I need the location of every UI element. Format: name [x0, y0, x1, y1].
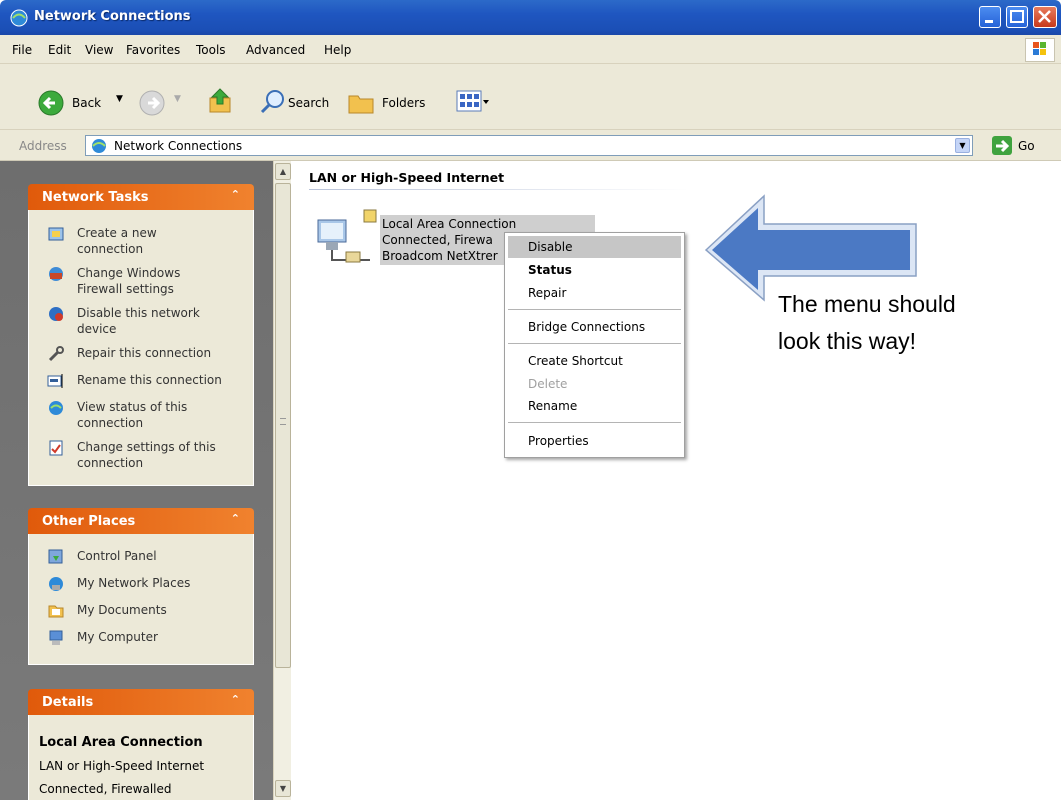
menu-item-delete: Delete — [528, 377, 568, 391]
menu-separator — [508, 309, 681, 310]
details-connection-type: LAN or High-Speed Internet — [39, 759, 205, 773]
menu-separator — [508, 422, 681, 423]
task-change-settings[interactable]: Change settings of this connection — [77, 439, 216, 471]
task-view-status[interactable]: View status of this connection — [77, 399, 187, 431]
menu-item-rename[interactable]: Rename — [528, 399, 577, 413]
place-my-network-places[interactable]: My Network Places — [77, 575, 190, 591]
task-repair-connection[interactable]: Repair this connection — [77, 345, 211, 361]
menu-bar: File Edit View Favorites Tools Advanced … — [0, 35, 1061, 64]
disable-icon — [47, 305, 65, 323]
menu-edit[interactable]: Edit — [48, 43, 71, 57]
task-rename-connection[interactable]: Rename this connection — [77, 372, 222, 388]
menu-item-disable[interactable]: Disable — [528, 240, 573, 254]
forward-dropdown-icon[interactable]: ▼ — [174, 94, 181, 104]
lan-connection-icon[interactable] — [310, 208, 382, 270]
other-places-panel: Other Places ⌃ Control Panel My Network … — [28, 508, 254, 665]
toolbar: Back ▼ ▼ Search Folders — [0, 64, 1061, 130]
close-icon — [1038, 10, 1051, 23]
close-button[interactable] — [1033, 6, 1057, 28]
control-panel-icon — [47, 548, 65, 566]
folders-button[interactable]: Folders — [382, 96, 425, 110]
group-header: LAN or High-Speed Internet — [309, 170, 505, 185]
address-bar: Address Network Connections ▼ Go — [0, 130, 1061, 161]
place-my-computer[interactable]: My Computer — [77, 629, 158, 645]
menu-tools[interactable]: Tools — [196, 43, 226, 57]
menu-file[interactable]: File — [12, 43, 32, 57]
network-connections-icon — [92, 139, 106, 153]
menu-help[interactable]: Help — [324, 43, 351, 57]
other-places-title: Other Places — [42, 514, 136, 529]
address-dropdown-icon[interactable]: ▼ — [955, 138, 970, 153]
network-tasks-panel: Network Tasks ⌃ Create a new connection C… — [28, 184, 254, 486]
windows-logo-icon — [1025, 38, 1055, 62]
minimize-icon — [985, 20, 993, 23]
menu-advanced[interactable]: Advanced — [246, 43, 305, 57]
menu-item-status[interactable]: Status — [528, 263, 572, 277]
collapse-chevron-icon[interactable]: ⌃ — [231, 512, 240, 525]
up-folder-icon[interactable] — [206, 86, 236, 116]
details-header[interactable]: Details ⌃ — [28, 689, 254, 715]
menu-separator — [508, 343, 681, 344]
details-panel: Details ⌃ Local Area Connection LAN or H… — [28, 689, 254, 800]
my-documents-icon — [47, 602, 65, 620]
connection-status: Connected, Firewa — [382, 233, 493, 247]
go-arrow-icon[interactable] — [992, 136, 1012, 155]
settings-icon — [47, 439, 65, 457]
network-tasks-title: Network Tasks — [42, 190, 149, 205]
network-places-icon — [47, 575, 65, 593]
context-menu: Disable Status Repair Bridge Connections… — [504, 232, 685, 458]
views-icon[interactable] — [456, 89, 490, 115]
group-divider — [309, 189, 689, 190]
connection-name[interactable]: Local Area Connection — [382, 216, 516, 232]
firewall-icon — [47, 265, 65, 283]
scroll-thumb[interactable] — [275, 183, 291, 668]
back-arrow-icon[interactable] — [37, 89, 65, 117]
go-button[interactable]: Go — [1018, 139, 1035, 153]
maximize-button[interactable] — [1006, 6, 1028, 28]
place-control-panel[interactable]: Control Panel — [77, 548, 157, 564]
scroll-down-icon[interactable]: ▼ — [275, 780, 291, 797]
task-disable-device[interactable]: Disable this network device — [77, 305, 200, 337]
menu-favorites[interactable]: Favorites — [126, 43, 180, 57]
menu-item-bridge[interactable]: Bridge Connections — [528, 320, 645, 334]
menu-item-create-shortcut[interactable]: Create Shortcut — [528, 354, 623, 368]
repair-icon — [47, 345, 65, 363]
other-places-header[interactable]: Other Places ⌃ — [28, 508, 254, 534]
details-connection-name: Local Area Connection — [39, 735, 203, 750]
search-button[interactable]: Search — [288, 96, 329, 110]
scroll-up-icon[interactable]: ▲ — [275, 163, 291, 180]
maximize-icon — [1010, 10, 1024, 23]
forward-arrow-icon[interactable] — [138, 89, 166, 117]
menu-item-properties[interactable]: Properties — [528, 434, 589, 448]
annotation-text: The menu should look this way! — [778, 291, 956, 354]
place-my-documents[interactable]: My Documents — [77, 602, 167, 618]
minimize-button[interactable] — [979, 6, 1001, 28]
address-input[interactable]: Network Connections ▼ — [85, 135, 973, 156]
address-value: Network Connections — [114, 139, 243, 153]
back-dropdown-icon[interactable]: ▼ — [116, 94, 123, 104]
network-connections-icon — [10, 9, 28, 27]
details-connection-status: Connected, Firewalled — [39, 782, 172, 796]
collapse-chevron-icon[interactable]: ⌃ — [231, 188, 240, 201]
window-title: Network Connections — [34, 9, 191, 24]
details-title: Details — [42, 695, 94, 710]
folders-icon[interactable] — [346, 88, 376, 116]
menu-item-repair[interactable]: Repair — [528, 286, 566, 300]
collapse-chevron-icon[interactable]: ⌃ — [231, 693, 240, 706]
tasks-scrollbar[interactable]: ▲ ▼ — [273, 161, 291, 800]
network-tasks-header[interactable]: Network Tasks ⌃ — [28, 184, 254, 210]
title-bar: Network Connections — [0, 0, 1061, 35]
task-change-firewall[interactable]: Change Windows Firewall settings — [77, 265, 180, 297]
my-computer-icon — [47, 629, 65, 647]
menu-view[interactable]: View — [85, 43, 113, 57]
rename-icon — [47, 372, 65, 390]
tasks-pane: Network Tasks ⌃ Create a new connection C… — [0, 161, 273, 800]
address-label: Address — [19, 139, 67, 153]
connection-device: Broadcom NetXtrer — [382, 249, 498, 263]
status-icon — [47, 399, 65, 417]
back-button[interactable]: Back — [72, 96, 101, 110]
search-icon[interactable] — [258, 88, 286, 116]
new-connection-icon — [47, 225, 65, 243]
task-create-connection[interactable]: Create a new connection — [77, 225, 157, 257]
